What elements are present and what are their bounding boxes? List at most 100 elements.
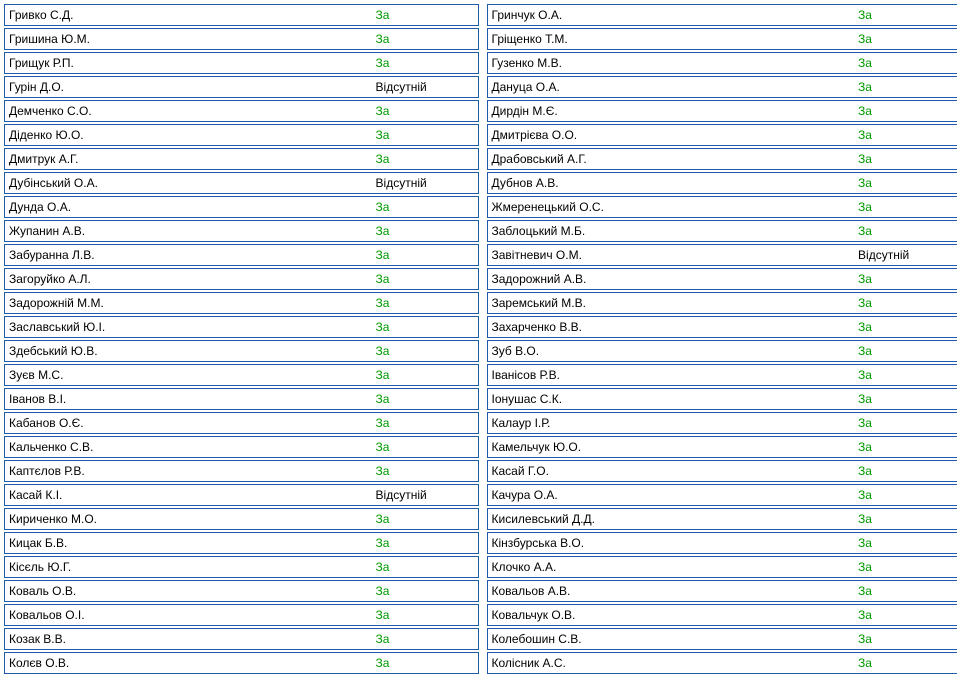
- deputy-name: Зуб В.О.: [488, 344, 857, 358]
- vote-row: Заславський Ю.І.За: [4, 316, 479, 338]
- vote-value: За: [374, 32, 478, 46]
- vote-value: За: [856, 176, 957, 190]
- deputy-name: Гузенко М.В.: [488, 56, 857, 70]
- deputy-name: Жмеренецький О.С.: [488, 200, 857, 214]
- vote-value: За: [856, 56, 957, 70]
- vote-row: Гривко С.Д.За: [4, 4, 479, 26]
- vote-value: За: [374, 392, 478, 406]
- vote-row: Іонушас С.К.За: [487, 388, 957, 410]
- deputy-name: Дунда О.А.: [5, 200, 374, 214]
- deputy-name: Касай К.І.: [5, 488, 374, 502]
- vote-value: За: [374, 608, 478, 622]
- vote-value: За: [374, 248, 478, 262]
- deputy-name: Заславський Ю.І.: [5, 320, 374, 334]
- deputy-name: Козак В.В.: [5, 632, 374, 646]
- vote-value: За: [374, 512, 478, 526]
- vote-row: Колєв О.В.За: [4, 652, 479, 674]
- deputy-name: Камельчук Ю.О.: [488, 440, 857, 454]
- vote-value: За: [856, 32, 957, 46]
- vote-row: Гринчук О.А.За: [487, 4, 957, 26]
- vote-row: Дунда О.А.За: [4, 196, 479, 218]
- vote-value: За: [856, 656, 957, 670]
- vote-value: За: [374, 416, 478, 430]
- deputy-name: Здебський Ю.В.: [5, 344, 374, 358]
- vote-value: За: [374, 8, 478, 22]
- vote-row: Калаур І.Р.За: [487, 412, 957, 434]
- deputy-name: Іванов В.І.: [5, 392, 374, 406]
- deputy-name: Дубнов А.В.: [488, 176, 857, 190]
- vote-row: Завітневич О.М.Відсутній: [487, 244, 957, 266]
- deputy-name: Гришина Ю.М.: [5, 32, 374, 46]
- vote-row: Дубнов А.В.За: [487, 172, 957, 194]
- vote-value: За: [856, 488, 957, 502]
- vote-row: Качура О.А.За: [487, 484, 957, 506]
- deputy-name: Кисилевський Д.Д.: [488, 512, 857, 526]
- vote-value: За: [856, 416, 957, 430]
- vote-row: Здебський Ю.В.За: [4, 340, 479, 362]
- deputy-name: Задорожний А.В.: [488, 272, 857, 286]
- vote-row: Коваль О.В.За: [4, 580, 479, 602]
- vote-value: За: [856, 224, 957, 238]
- deputy-name: Заблоцький М.Б.: [488, 224, 857, 238]
- deputy-name: Ковальов О.І.: [5, 608, 374, 622]
- vote-row: Дубінський О.А.Відсутній: [4, 172, 479, 194]
- vote-row: Гурін Д.О.Відсутній: [4, 76, 479, 98]
- vote-row: Іванов В.І.За: [4, 388, 479, 410]
- vote-row: Ковальов А.В.За: [487, 580, 957, 602]
- deputy-name: Грищук Р.П.: [5, 56, 374, 70]
- vote-row: Демченко С.О.За: [4, 100, 479, 122]
- vote-value: За: [856, 392, 957, 406]
- vote-row: Каптєлов Р.В.За: [4, 460, 479, 482]
- deputy-name: Ковальов А.В.: [488, 584, 857, 598]
- left-column: Гривко С.Д.ЗаГришина Ю.М.ЗаГрищук Р.П.За…: [4, 4, 479, 676]
- deputy-name: Діденко Ю.О.: [5, 128, 374, 142]
- vote-value: За: [374, 224, 478, 238]
- vote-row: Загоруйко А.Л.За: [4, 268, 479, 290]
- vote-value: За: [856, 560, 957, 574]
- deputy-name: Клочко А.А.: [488, 560, 857, 574]
- vote-value: Відсутній: [374, 80, 478, 94]
- vote-row: Колебошин С.В.За: [487, 628, 957, 650]
- deputy-name: Іванісов Р.В.: [488, 368, 857, 382]
- vote-row: Зуєв М.С.За: [4, 364, 479, 386]
- vote-row: Ковальчук О.В.За: [487, 604, 957, 626]
- vote-value: Відсутній: [374, 176, 478, 190]
- deputy-name: Коваль О.В.: [5, 584, 374, 598]
- deputy-name: Захарченко В.В.: [488, 320, 857, 334]
- vote-row: Жупанин А.В.За: [4, 220, 479, 242]
- vote-value: За: [856, 632, 957, 646]
- deputy-name: Завітневич О.М.: [488, 248, 857, 262]
- deputy-name: Колєв О.В.: [5, 656, 374, 670]
- deputy-name: Кальченко С.В.: [5, 440, 374, 454]
- vote-value: За: [856, 272, 957, 286]
- vote-value: Відсутній: [856, 248, 957, 262]
- vote-value: За: [374, 104, 478, 118]
- vote-row: Касай Г.О.За: [487, 460, 957, 482]
- vote-row: Дануца О.А.За: [487, 76, 957, 98]
- deputy-name: Кісєль Ю.Г.: [5, 560, 374, 574]
- vote-value: За: [856, 152, 957, 166]
- deputy-name: Дубінський О.А.: [5, 176, 374, 190]
- vote-row: Кисилевський Д.Д.За: [487, 508, 957, 530]
- vote-row: Забуранна Л.В.За: [4, 244, 479, 266]
- vote-row: Кісєль Ю.Г.За: [4, 556, 479, 578]
- deputy-name: Демченко С.О.: [5, 104, 374, 118]
- vote-row: Задорожній М.М.За: [4, 292, 479, 314]
- vote-row: Зуб В.О.За: [487, 340, 957, 362]
- vote-row: Грищук Р.П.За: [4, 52, 479, 74]
- vote-value: За: [856, 608, 957, 622]
- vote-row: Касай К.І.Відсутній: [4, 484, 479, 506]
- deputy-name: Жупанин А.В.: [5, 224, 374, 238]
- vote-value: За: [856, 8, 957, 22]
- vote-row: Заблоцький М.Б.За: [487, 220, 957, 242]
- vote-value: За: [856, 344, 957, 358]
- vote-value: За: [856, 512, 957, 526]
- deputy-name: Гріщенко Т.М.: [488, 32, 857, 46]
- vote-row: Жмеренецький О.С.За: [487, 196, 957, 218]
- vote-value: За: [374, 152, 478, 166]
- vote-row: Клочко А.А.За: [487, 556, 957, 578]
- vote-value: За: [374, 440, 478, 454]
- vote-value: За: [856, 584, 957, 598]
- deputy-name: Гурін Д.О.: [5, 80, 374, 94]
- deputy-name: Загоруйко А.Л.: [5, 272, 374, 286]
